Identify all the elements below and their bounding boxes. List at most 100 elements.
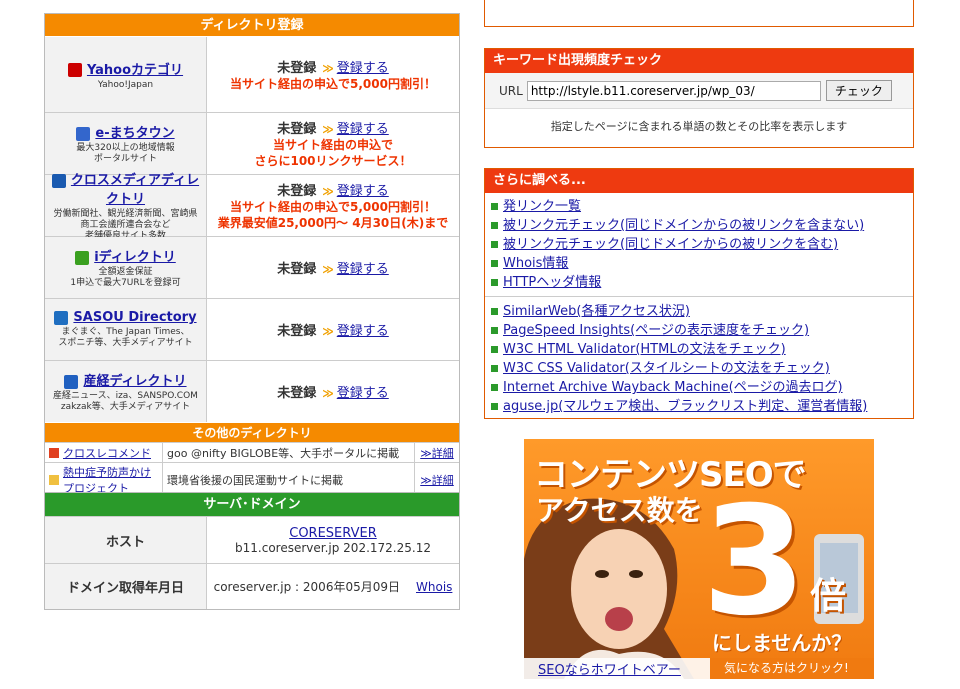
directory-link[interactable]: クロスメディアディレクトリ: [47, 169, 204, 207]
arrow-icon: ≫: [322, 263, 334, 276]
whois-link[interactable]: Whois: [416, 580, 452, 594]
directory-status-cell: 未登録 ≫ 登録する: [207, 361, 459, 422]
more-link[interactable]: Whois情報: [503, 256, 568, 271]
url-input[interactable]: [526, 80, 821, 101]
directory-cell: SASOU Directory まぐまぐ、The Japan Times、 スポニ…: [45, 299, 207, 360]
directory-status-cell: 未登録 ≫ 登録する 当サイト経由の申込で5,000円割引！: [207, 37, 459, 112]
register-link[interactable]: 登録する: [337, 324, 389, 339]
more-link[interactable]: PageSpeed Insights(ページの表示速度をチェック): [503, 323, 809, 338]
more-list-item: W3C CSS Validator(スタイルシートの文法をチェック): [491, 359, 913, 378]
directory-cell: e-まちタウン 最大320以上の地域情報 ポータルサイト: [45, 113, 207, 174]
directory-sub: zakzak等、大手メディアサイト: [60, 402, 191, 412]
status-label: 未登録: [277, 184, 317, 199]
other-directory-desc: goo @nifty BIGLOBE等、大手ポータルに掲載: [163, 443, 415, 462]
seo-ad-banner[interactable]: コンテンツSEOで アクセス数を 3 倍 にしませんか？ SEOならホワイトベア…: [524, 439, 874, 679]
host-value: b11.coreserver.jp 202.172.25.12: [235, 540, 431, 555]
more-link[interactable]: 被リンク元チェック(同じドメインからの被リンクを含む): [503, 237, 838, 252]
more-list-item: aguse.jp(マルウェア検出、ブラックリスト判定、運営者情報): [491, 397, 913, 416]
domain-row: ドメイン取得年月日 coreserver.jp : 2006年05月09日 Wh…: [45, 563, 459, 609]
host-label: ホスト: [45, 517, 207, 563]
directory-name[interactable]: クロスメディアディレクトリ: [71, 173, 199, 207]
keyword-check-panel: キーワード出現頻度チェック URL チェック 指定したページに含まれる単語の数と…: [484, 48, 914, 148]
directory-panel: ディレクトリ登録 Yahooカテゴリ Yahoo!Japan 未登録 ≫ 登録する …: [44, 13, 460, 497]
bullet-icon: [491, 308, 498, 315]
more-list-item: Internet Archive Wayback Machine(ページの過去ロ…: [491, 378, 913, 397]
register-link[interactable]: 登録する: [337, 122, 389, 137]
directory-link[interactable]: iディレクトリ: [47, 246, 204, 265]
directory-name[interactable]: e-まちタウン: [95, 126, 174, 141]
directory-sub: 労働新聞社、観光経済新聞、宮崎県: [53, 209, 198, 219]
directory-sub: 最大320以上の地域情報: [76, 143, 175, 153]
more-list-item: PageSpeed Insights(ページの表示速度をチェック): [491, 321, 913, 340]
details-link[interactable]: ≫詳細: [420, 445, 454, 461]
more-link[interactable]: 被リンク元チェック(同じドメインからの被リンクを含まない): [503, 218, 864, 233]
directory-name[interactable]: iディレクトリ: [94, 250, 176, 265]
register-link[interactable]: 登録する: [337, 61, 389, 76]
url-label: URL: [499, 83, 523, 98]
folder-icon: [49, 474, 59, 485]
directory-name[interactable]: 産経ディレクトリ: [83, 374, 186, 389]
more-link[interactable]: Internet Archive Wayback Machine(ページの過去ロ…: [503, 380, 843, 395]
directory-status-cell: 未登録 ≫ 登録する 当サイト経由の申込で さらに100リンクサービス！: [207, 113, 459, 174]
more-link[interactable]: W3C CSS Validator(スタイルシートの文法をチェック): [503, 361, 830, 376]
crossmedia-icon: [51, 173, 66, 188]
directory-link[interactable]: e-まちタウン: [47, 122, 204, 141]
directory-sub: スポニチ等、大手メディアサイト: [58, 338, 193, 348]
keyword-description: 指定したページに含まれる単語の数とその比率を表示します: [550, 120, 848, 133]
other-directory-name[interactable]: クロスレコメンド: [63, 445, 151, 461]
yahoo-icon: [67, 63, 82, 77]
directory-status-cell: 未登録 ≫ 登録する 当サイト経由の申込で5,000円割引！ 業界最安値25,000円…: [207, 175, 459, 236]
arrow-icon: ≫: [322, 325, 334, 338]
register-link[interactable]: 登録する: [337, 386, 389, 401]
directory-cell: 産経ディレクトリ 産経ニュース、iza、SANSPO.COM zakzak等、大手…: [45, 361, 207, 422]
keyword-check-title: キーワード出現頻度チェック: [485, 49, 913, 73]
directory-promo: 当サイト経由の申込で5,000円割引！: [230, 77, 436, 91]
emachi-icon: [76, 126, 91, 141]
sasou-icon: [54, 310, 69, 325]
status-label: 未登録: [277, 262, 317, 277]
server-panel: サーバ･ドメイン ホスト CORESERVER b11.coreserver.j…: [44, 492, 460, 610]
more-link[interactable]: 発リンク一覧: [503, 199, 581, 214]
status-label: 未登録: [277, 386, 317, 401]
bullet-icon: [491, 222, 498, 229]
directory-link[interactable]: 産経ディレクトリ: [47, 370, 204, 389]
coreserver-link[interactable]: CORESERVER: [289, 526, 376, 541]
directory-sub: 全額返金保証: [98, 267, 153, 277]
status-label: 未登録: [277, 61, 317, 76]
register-link[interactable]: 登録する: [337, 184, 389, 199]
directory-sub: 産経ニュース、iza、SANSPO.COM: [53, 391, 198, 401]
directory-promo: さらに100リンクサービス！: [254, 154, 412, 168]
arrow-icon: ≫: [322, 62, 334, 75]
more-link[interactable]: W3C HTML Validator(HTMLの文法をチェック): [503, 342, 786, 357]
register-link[interactable]: 登録する: [337, 262, 389, 277]
ad-cta[interactable]: 気になる方はクリック!: [710, 658, 874, 679]
more-list-item: W3C HTML Validator(HTMLの文法をチェック): [491, 340, 913, 359]
bullet-icon: [491, 203, 498, 210]
directory-sub: 商工会議所連合会など: [80, 220, 171, 230]
host-row: ホスト CORESERVER b11.coreserver.jp 202.172…: [45, 516, 459, 563]
ad-link[interactable]: SEOならホワイトベアー: [538, 659, 681, 678]
bullet-icon: [491, 260, 498, 267]
directory-link[interactable]: Yahooカテゴリ: [47, 59, 204, 78]
more-list-item: 被リンク元チェック(同じドメインからの被リンクを含む): [491, 235, 913, 254]
directory-row: クロスメディアディレクトリ 労働新聞社、観光経済新聞、宮崎県 商工会議所連合会など…: [45, 173, 459, 241]
directory-row: 産経ディレクトリ 産経ニュース、iza、SANSPO.COM zakzak等、大手…: [45, 360, 459, 422]
more-link[interactable]: SimilarWeb(各種アクセス状況): [503, 304, 690, 319]
bullet-icon: [491, 346, 498, 353]
more-list-item: SimilarWeb(各種アクセス状況): [491, 302, 913, 321]
domain-value: coreserver.jp : 2006年05月09日: [213, 580, 400, 594]
directory-cell: Yahooカテゴリ Yahoo!Japan: [45, 37, 207, 112]
check-button[interactable]: チェック: [825, 80, 892, 101]
directory-name[interactable]: Yahooカテゴリ: [87, 63, 183, 78]
directory-link[interactable]: SASOU Directory: [47, 310, 204, 325]
more-link[interactable]: HTTPヘッダ情報: [503, 275, 601, 290]
arrow-icon: ≫: [322, 123, 334, 136]
other-directory-name[interactable]: 熱中症予防声かけプロジェクト: [63, 464, 158, 496]
ad-big-number: 3: [702, 475, 807, 649]
more-link[interactable]: aguse.jp(マルウェア検出、ブラックリスト判定、運営者情報): [503, 399, 867, 414]
directory-name[interactable]: SASOU Directory: [73, 310, 196, 325]
more-list-item: 発リンク一覧: [491, 197, 913, 216]
details-link[interactable]: ≫詳細: [420, 472, 454, 488]
directory-sub: ポータルサイト: [93, 154, 157, 164]
sankei-icon: [64, 374, 79, 389]
